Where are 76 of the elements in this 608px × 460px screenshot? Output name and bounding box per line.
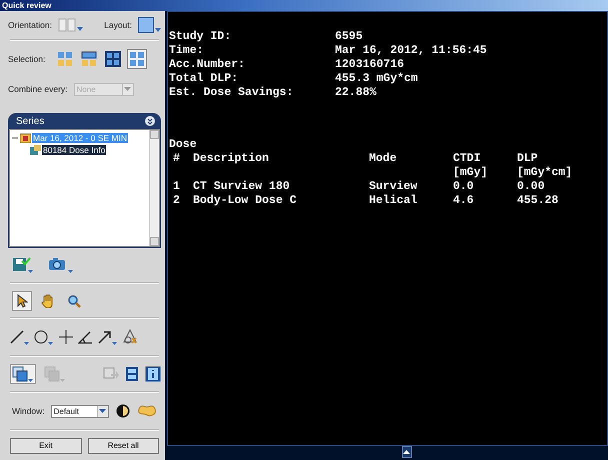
- grid-layout-icon: [57, 51, 74, 67]
- column-header: #: [173, 152, 181, 166]
- table-cell-text: CT Surview 180: [193, 180, 291, 194]
- table-cell-text: Helical: [369, 194, 418, 208]
- film-icon[interactable]: [125, 366, 139, 382]
- caret-icon: [76, 27, 83, 31]
- field-label: Acc.Number:: [169, 58, 246, 72]
- table-cell-text: 455.28: [517, 194, 560, 208]
- caret-icon: [124, 87, 132, 91]
- footer-button[interactable]: Exit: [10, 438, 82, 454]
- folder-icon: [20, 133, 31, 143]
- column-unit: [mGy]: [453, 166, 489, 180]
- selection-mode-button[interactable]: [103, 49, 124, 69]
- field-value: Mar 16, 2012, 11:56:45: [335, 44, 487, 58]
- column-unit: [mGy*cm]: [517, 166, 574, 180]
- field-value: 1203160716: [335, 58, 406, 72]
- up-arrow-icon: [403, 450, 410, 454]
- layers-icon: [12, 366, 34, 382]
- expand-toggle[interactable]: [12, 135, 19, 141]
- save-icon[interactable]: [12, 257, 34, 273]
- selection-label: Selection:: [8, 54, 46, 64]
- column-header: CTDI: [453, 152, 482, 166]
- layout-label: Layout:: [104, 20, 132, 30]
- table-cell-text: 0.0: [453, 180, 475, 194]
- camera-icon[interactable]: [48, 257, 74, 273]
- field-value: 455.3 mGy*cm: [335, 72, 419, 86]
- footer-button[interactable]: Reset all: [88, 438, 159, 454]
- pointer-icon: [16, 294, 28, 308]
- ellipse-tool-icon[interactable]: [34, 329, 54, 345]
- hand-icon: [41, 294, 55, 308]
- table-cell-text: 2: [173, 194, 181, 208]
- field-label: Total DLP:: [169, 72, 240, 86]
- eraser-tool-icon[interactable]: [122, 329, 138, 345]
- field-label: Study ID:: [169, 30, 232, 44]
- series-item[interactable]: 80184 Dose Info: [42, 145, 106, 155]
- layout-button[interactable]: [138, 17, 161, 33]
- info-icon[interactable]: [145, 366, 161, 382]
- window-label: Window:: [12, 406, 45, 416]
- series-icon: [30, 145, 41, 155]
- window-title: Quick review: [0, 0, 608, 11]
- column-header: Description: [193, 152, 270, 166]
- combine-every-label: Combine every:: [8, 84, 68, 94]
- caret-icon: [99, 409, 106, 413]
- window-preset-dropdown[interactable]: Default: [50, 404, 109, 418]
- table-cell-text: 1: [173, 180, 181, 194]
- collapse-icon[interactable]: [145, 116, 155, 126]
- caret-icon: [155, 28, 161, 32]
- table-cell-text: Body-Low Dose C: [193, 194, 298, 208]
- line-tool-icon[interactable]: [10, 329, 30, 345]
- grid-layout-icon: [105, 51, 122, 67]
- field-label: Time:: [169, 44, 205, 58]
- orientation-label: Orientation:: [8, 20, 52, 30]
- table-cell-text: 0.00: [517, 180, 546, 194]
- grid-layout-icon: [81, 51, 98, 67]
- grid-layout-icon: [129, 51, 146, 67]
- orientation-button[interactable]: [58, 18, 83, 32]
- series-title: Series: [16, 116, 44, 126]
- layers-icon: [44, 366, 66, 382]
- magnifier-icon: [67, 294, 81, 308]
- table-cell-text: 4.6: [453, 194, 475, 208]
- contrast-icon[interactable]: [114, 404, 131, 418]
- field-label: Est. Dose Savings:: [169, 86, 294, 100]
- column-header: Mode: [369, 152, 398, 166]
- section-heading: Dose: [169, 138, 198, 152]
- field-value: 22.88%: [335, 86, 378, 100]
- column-header: DLP: [517, 152, 539, 166]
- selection-mode-button[interactable]: [79, 49, 100, 69]
- field-value: 6595: [335, 30, 364, 44]
- scrollbar[interactable]: [149, 130, 159, 246]
- expand-up-button[interactable]: [402, 446, 412, 458]
- angle-tool-icon[interactable]: [78, 329, 94, 345]
- table-cell-text: Surview: [369, 180, 418, 194]
- crosshair-tool-icon[interactable]: [58, 329, 74, 345]
- layers-tool[interactable]: [10, 364, 36, 384]
- arrow-tool-icon[interactable]: [98, 329, 118, 345]
- pointer-tool[interactable]: [12, 290, 32, 310]
